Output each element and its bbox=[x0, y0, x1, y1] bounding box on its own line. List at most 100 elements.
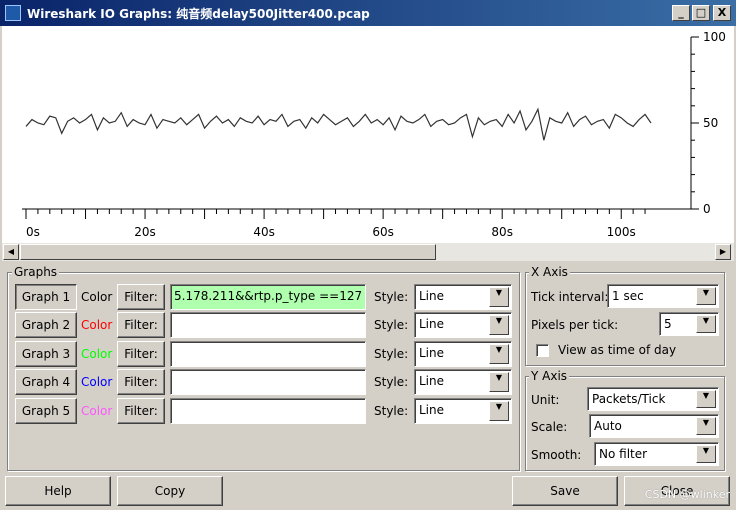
filter-button-label: Filter: bbox=[124, 347, 158, 361]
tick-interval-value: 1 sec bbox=[612, 289, 644, 303]
x-tick-label: 20s bbox=[134, 225, 156, 239]
graph-1-button[interactable]: Graph 1 bbox=[15, 284, 77, 310]
y-tick-label: 0 bbox=[703, 202, 711, 216]
graph-5-filter-input[interactable] bbox=[170, 398, 366, 424]
scale-label: Scale: bbox=[531, 420, 568, 434]
tick-interval-select[interactable]: 1 sec ▼ bbox=[607, 284, 719, 308]
help-button-label: Help bbox=[44, 484, 72, 498]
x-tick-label: 60s bbox=[372, 225, 394, 239]
x-tick-label: 100s bbox=[607, 225, 636, 239]
window-title: Wireshark IO Graphs: 纯音频delay500Jitter40… bbox=[27, 7, 370, 21]
graph-3-filter-button[interactable]: Filter: bbox=[117, 341, 165, 367]
style-value: Line bbox=[419, 317, 445, 331]
wireshark-icon bbox=[5, 5, 21, 21]
x-tick-label: 80s bbox=[491, 225, 513, 239]
graph-5-color-label[interactable]: Color bbox=[81, 404, 112, 418]
help-button[interactable]: Help bbox=[5, 476, 111, 506]
y-tick-label: 100 bbox=[703, 30, 726, 44]
style-value: Line bbox=[419, 289, 445, 303]
chevron-down-icon[interactable]: ▼ bbox=[696, 287, 716, 305]
smooth-value: No filter bbox=[599, 447, 648, 461]
filter-button-label: Filter: bbox=[124, 318, 158, 332]
graph-4-button[interactable]: Graph 4 bbox=[15, 369, 77, 395]
copy-button-label: Copy bbox=[154, 484, 186, 498]
graph-4-filter-input[interactable] bbox=[170, 369, 366, 395]
chevron-down-icon[interactable]: ▼ bbox=[696, 390, 716, 408]
watermark-text: CSDN @wlinker bbox=[644, 488, 730, 501]
chevron-down-icon[interactable]: ▼ bbox=[696, 315, 716, 333]
style-label: Style: bbox=[374, 404, 409, 418]
x-tick-label: 40s bbox=[253, 225, 275, 239]
chevron-down-icon[interactable]: ▼ bbox=[696, 445, 716, 463]
scale-select[interactable]: Auto ▼ bbox=[589, 414, 719, 438]
title-bar[interactable]: Wireshark IO Graphs: 纯音频delay500Jitter40… bbox=[0, 0, 736, 26]
graph-button-label: Graph 2 bbox=[21, 318, 71, 332]
x-axis-group-title: X Axis bbox=[529, 265, 570, 279]
style-label: Style: bbox=[374, 290, 409, 304]
filter-button-label: Filter: bbox=[124, 404, 158, 418]
style-label: Style: bbox=[374, 318, 409, 332]
unit-value: Packets/Tick bbox=[592, 392, 666, 406]
graph-2-button[interactable]: Graph 2 bbox=[15, 312, 77, 338]
graph-3-style-select[interactable]: Line ▼ bbox=[414, 341, 512, 367]
smooth-label: Smooth: bbox=[531, 448, 582, 462]
view-time-of-day-checkbox[interactable] bbox=[536, 344, 549, 357]
minimize-button[interactable]: _ bbox=[672, 5, 690, 21]
graph-2-color-label[interactable]: Color bbox=[81, 318, 112, 332]
smooth-select[interactable]: No filter ▼ bbox=[594, 442, 719, 466]
graph-3-color-label[interactable]: Color bbox=[81, 347, 112, 361]
scroll-right-arrow-icon[interactable]: ▶ bbox=[715, 244, 731, 260]
chevron-down-icon[interactable]: ▼ bbox=[489, 372, 509, 392]
graph-3-filter-input[interactable] bbox=[170, 341, 366, 367]
style-value: Line bbox=[419, 403, 445, 417]
scroll-left-arrow-icon[interactable]: ◀ bbox=[3, 244, 19, 260]
pixels-per-tick-value: 5 bbox=[664, 317, 672, 331]
packets-series-line bbox=[25, 107, 652, 141]
chevron-down-icon[interactable]: ▼ bbox=[489, 287, 509, 307]
pixels-per-tick-select[interactable]: 5 ▼ bbox=[659, 312, 719, 336]
graph-2-style-select[interactable]: Line ▼ bbox=[414, 312, 512, 338]
maximize-button[interactable]: □ bbox=[692, 5, 710, 21]
chevron-down-icon[interactable]: ▼ bbox=[489, 344, 509, 364]
style-label: Style: bbox=[374, 375, 409, 389]
graphs-group-title: Graphs bbox=[12, 265, 60, 279]
graph-4-style-select[interactable]: Line ▼ bbox=[414, 369, 512, 395]
save-button[interactable]: Save bbox=[512, 476, 618, 506]
graph-1-filter-input[interactable]: 5.178.211&&rtp.p_type ==127 bbox=[170, 284, 366, 310]
tick-interval-label: Tick interval: bbox=[531, 290, 609, 304]
graph-1-color-label[interactable]: Color bbox=[81, 290, 112, 304]
graph-5-style-select[interactable]: Line ▼ bbox=[414, 398, 512, 424]
graph-2-filter-button[interactable]: Filter: bbox=[117, 312, 165, 338]
y-tick-label: 50 bbox=[703, 116, 718, 130]
graph-button-label: Graph 5 bbox=[21, 404, 71, 418]
style-value: Line bbox=[419, 346, 445, 360]
graph-3-button[interactable]: Graph 3 bbox=[15, 341, 77, 367]
filter-button-label: Filter: bbox=[124, 375, 158, 389]
style-value: Line bbox=[419, 374, 445, 388]
graph-2-filter-input[interactable] bbox=[170, 312, 366, 338]
chevron-down-icon[interactable]: ▼ bbox=[489, 315, 509, 335]
scroll-thumb[interactable] bbox=[20, 244, 436, 260]
style-label: Style: bbox=[374, 347, 409, 361]
graph-5-button[interactable]: Graph 5 bbox=[15, 398, 77, 424]
graph-scrollbar[interactable]: ◀ ▶ bbox=[2, 243, 734, 261]
chevron-down-icon[interactable]: ▼ bbox=[696, 417, 716, 435]
pixels-per-tick-label: Pixels per tick: bbox=[531, 318, 619, 332]
unit-select[interactable]: Packets/Tick ▼ bbox=[587, 387, 719, 411]
graph-button-label: Graph 4 bbox=[21, 375, 71, 389]
graph-1-filter-button[interactable]: Filter: bbox=[117, 284, 165, 310]
graph-4-color-label[interactable]: Color bbox=[81, 375, 112, 389]
copy-button[interactable]: Copy bbox=[117, 476, 223, 506]
unit-label: Unit: bbox=[531, 393, 560, 407]
graph-5-filter-button[interactable]: Filter: bbox=[117, 398, 165, 424]
save-button-label: Save bbox=[550, 484, 580, 498]
close-window-button[interactable]: X bbox=[713, 5, 731, 21]
chevron-down-icon[interactable]: ▼ bbox=[489, 401, 509, 421]
graph-1-style-select[interactable]: Line ▼ bbox=[414, 284, 512, 310]
graph-button-label: Graph 3 bbox=[21, 347, 71, 361]
graph-4-filter-button[interactable]: Filter: bbox=[117, 369, 165, 395]
io-graph-chart: 0s 20s 40s 60s 80s 100s 100 50 0 bbox=[22, 30, 726, 239]
view-time-of-day-label: View as time of day bbox=[558, 343, 677, 357]
y-axis-group-title: Y Axis bbox=[529, 369, 570, 383]
io-graph-canvas[interactable]: 0s 20s 40s 60s 80s 100s 100 50 0 bbox=[2, 26, 734, 243]
